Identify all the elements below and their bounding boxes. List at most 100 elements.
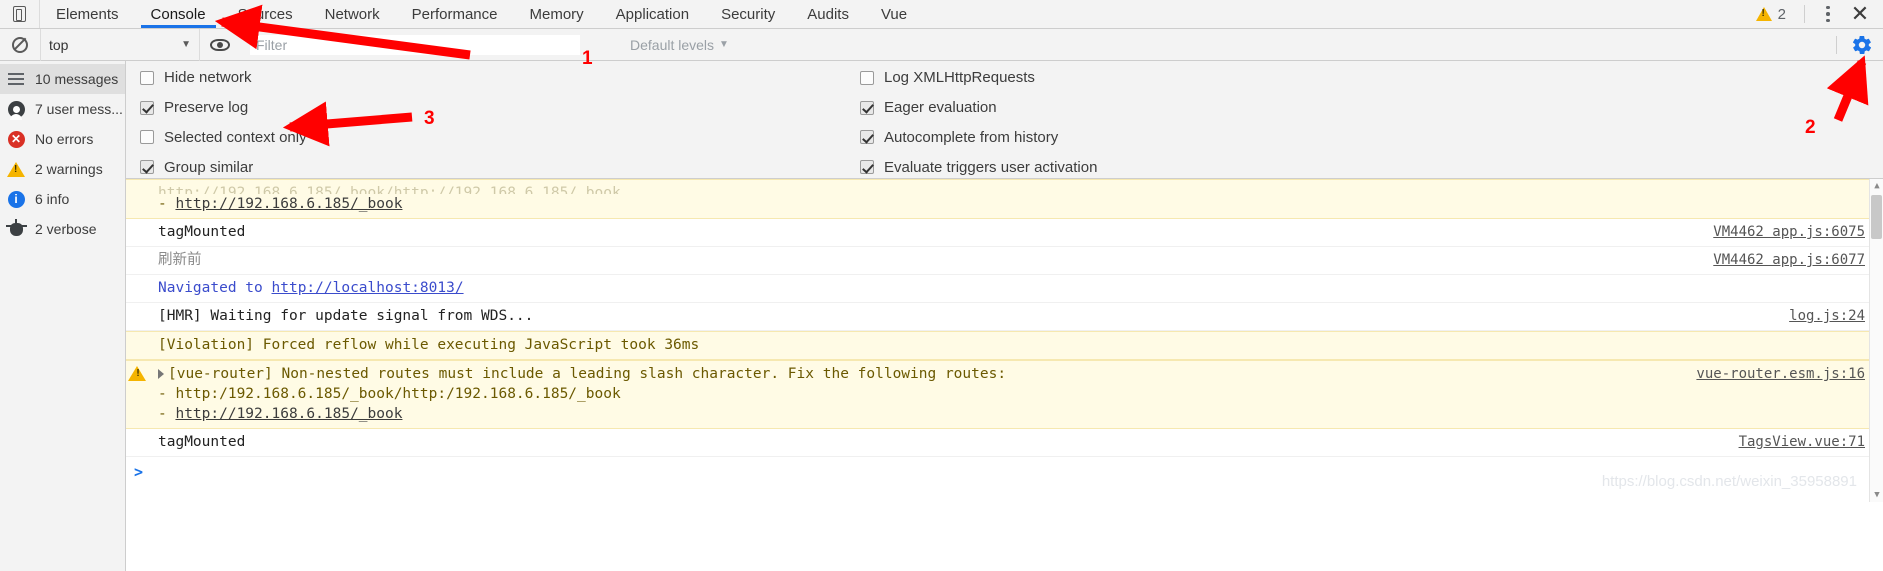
checkbox-icon[interactable] [140,160,154,175]
devtools-window: Elements Console Sources Network Performance… [0,0,1883,571]
console-link[interactable]: http://localhost:8013/ [272,280,464,296]
console-source-link[interactable]: VM4462 app.js:6077 [1703,250,1883,270]
expand-triangle-icon[interactable] [158,369,164,379]
console-link[interactable]: http://192.168.6.185/_book [175,196,402,212]
setting-selected-context-only[interactable]: Selected context only [140,127,700,149]
warning-icon [128,366,146,381]
console-message-row[interactable]: [vue-router] Non-nested routes must incl… [126,360,1883,429]
warning-badge[interactable]: 2 [1748,6,1794,23]
console-message-row[interactable]: [HMR] Waiting for update signal from WDS… [126,303,1883,331]
settings-column-right: Log XMLHttpRequests Eager evaluation Autoc… [860,67,1097,178]
clear-console-icon[interactable] [0,29,40,61]
console-message-row[interactable]: http://192.168.6.185/_book/http://192.16… [126,179,1883,219]
log-levels-select[interactable]: Default levels ▼ [630,37,729,53]
console-message-row[interactable]: [Violation] Forced reflow while executin… [126,331,1883,360]
setting-evaluate-triggers-user-activation[interactable]: Evaluate triggers user activation [860,156,1097,178]
create-live-expression-icon[interactable] [200,29,240,61]
console-message-text: 刷新前 [158,252,202,268]
console-message-row[interactable]: tagMounted TagsView.vue:71 [126,429,1883,457]
console-link[interactable]: http://192.168.6.185/_book [175,406,402,422]
setting-autocomplete-from-history[interactable]: Autocomplete from history [860,127,1097,149]
sidebar-item-no-errors[interactable]: ✕ No errors [0,124,125,154]
console-prompt[interactable]: > [126,457,1883,483]
sidebar-item-2-warnings[interactable]: 2 warnings [0,154,125,184]
filter-input[interactable] [250,34,580,55]
close-icon[interactable]: ✕ [1845,1,1875,27]
tab-security[interactable]: Security [705,0,791,28]
sidebar-item-2-verbose[interactable]: 2 verbose [0,214,125,244]
settings-column-left: Hide network Preserve log Selected context… [140,67,700,178]
more-options-icon[interactable] [1815,1,1841,27]
scroll-down-arrow-icon[interactable]: ▼ [1870,488,1883,502]
tabstrip-right-controls: 2 ✕ [1748,0,1883,28]
console-sidebar: 10 messages 7 user mess... ✕ No errors 2 war… [0,61,126,571]
setting-label: Selected context only [164,128,307,146]
console-source-link[interactable]: TagsView.vue:71 [1729,432,1883,452]
console-source-link[interactable]: VM4462 app.js:6075 [1703,222,1883,242]
sidebar-item-label: 2 warnings [35,161,103,177]
console-source-link[interactable]: vue-router.esm.js:16 [1686,364,1883,384]
checkbox-icon[interactable] [860,70,874,85]
console-scrollbar[interactable]: ▲ ▼ [1869,179,1883,502]
tab-performance[interactable]: Performance [396,0,514,28]
row-gutter [126,250,148,252]
setting-group-similar[interactable]: Group similar [140,156,700,178]
scrollbar-thumb[interactable] [1871,195,1882,239]
chevron-down-icon: ▼ [719,39,729,50]
checkbox-icon[interactable] [140,100,154,115]
setting-label: Evaluate triggers user activation [884,158,1098,176]
checkbox-icon[interactable] [860,100,874,115]
setting-log-xmlhttprequests[interactable]: Log XMLHttpRequests [860,67,1097,89]
prompt-chevron-icon: > [134,463,144,481]
sidebar-item-label: 7 user mess... [35,101,123,117]
tab-sources[interactable]: Sources [222,0,309,28]
tab-network[interactable]: Network [309,0,396,28]
execution-context-value: top [49,36,69,53]
sidebar-item-7-user-mess-[interactable]: 7 user mess... [0,94,125,124]
checkbox-icon[interactable] [140,130,154,145]
row-gutter [126,222,148,224]
checkbox-icon[interactable] [860,130,874,145]
console-body: http://192.168.6.185/_book/http://192.16… [0,179,1883,502]
message-list-icon [6,73,26,85]
row-gutter [126,335,148,337]
tab-list: Elements Console Sources Network Performance… [40,0,923,28]
sidebar-item-label: 10 messages [35,71,119,87]
console-message-row[interactable]: tagMounted VM4462 app.js:6075 [126,219,1883,247]
console-message-row[interactable]: Navigated to http://localhost:8013/ [126,275,1883,303]
tab-vue[interactable]: Vue [865,0,923,28]
tab-memory[interactable]: Memory [514,0,600,28]
sidebar-item-10-messages[interactable]: 10 messages [0,64,125,94]
info-icon: i [6,190,26,208]
tab-console[interactable]: Console [135,0,222,28]
sidebar-item-label: No errors [35,131,94,147]
console-message-row[interactable]: 刷新前 VM4462 app.js:6077 [126,247,1883,275]
scroll-up-arrow-icon[interactable]: ▲ [1870,179,1883,193]
tab-elements[interactable]: Elements [40,0,135,28]
setting-preserve-log[interactable]: Preserve log [140,97,700,119]
sidebar-item-6-info[interactable]: i 6 info [0,184,125,214]
console-source-link[interactable]: log.js:24 [1779,306,1883,326]
clipped-text: http://192.168.6.185/_book/http://192.16… [158,185,621,194]
settings-gear-icon[interactable] [1851,34,1873,56]
row-gutter [126,278,148,280]
checkbox-icon[interactable] [140,70,154,85]
console-message-list[interactable]: http://192.168.6.185/_book/http://192.16… [126,179,1883,502]
console-prompt-input[interactable] [143,463,1883,483]
execution-context-select[interactable]: top ▼ [40,28,200,61]
setting-hide-network[interactable]: Hide network [140,67,700,89]
console-message-text: tagMounted [158,224,246,240]
setting-eager-evaluation[interactable]: Eager evaluation [860,97,1097,119]
error-icon: ✕ [6,130,26,148]
tab-application[interactable]: Application [600,0,705,28]
dock-side-icon[interactable] [0,0,40,28]
tab-audits[interactable]: Audits [791,0,865,28]
console-message-text: [HMR] Waiting for update signal from WDS… [158,308,534,324]
divider [1804,5,1805,23]
row-gutter [126,364,148,381]
setting-label: Eager evaluation [884,99,997,117]
console-toolbar: top ▼ Default levels ▼ [0,28,1883,61]
chevron-down-icon: ▼ [181,39,191,50]
log-levels-label: Default levels [630,36,715,53]
checkbox-icon[interactable] [860,160,874,175]
